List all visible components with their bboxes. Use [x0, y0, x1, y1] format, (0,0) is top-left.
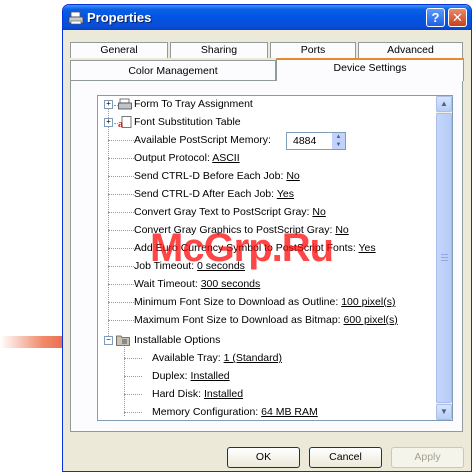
tree-item-max-font-bitmap[interactable]: Maximum Font Size to Download as Bitmap:…	[134, 312, 398, 329]
tree-item-label: Hard Disk:	[152, 388, 202, 400]
tab-sharing[interactable]: Sharing	[170, 42, 268, 58]
tree-item-postscript-memory: Available PostScript Memory:	[134, 132, 271, 149]
grip-line	[441, 260, 448, 261]
tree-item-value[interactable]: Yes	[359, 242, 376, 254]
spinbox-buttons[interactable]: ▲ ▼	[332, 133, 345, 149]
grip-line	[441, 257, 448, 258]
tree-item-available-tray[interactable]: Available Tray: 1 (Standard)	[152, 350, 282, 367]
tree-item-hard-disk[interactable]: Hard Disk: Installed	[152, 386, 243, 403]
tree-item-value[interactable]: Yes	[277, 188, 294, 200]
tree-item-value[interactable]: 100 pixel(s)	[341, 296, 395, 308]
tree-connector-line	[124, 344, 125, 416]
tree-item-value[interactable]: Installed	[191, 370, 230, 382]
tree-item-memory-configuration[interactable]: Memory Configuration: 64 MB RAM	[152, 404, 318, 420]
tree-item-label: Output Protocol:	[134, 152, 210, 164]
tree-connector-line	[108, 284, 134, 285]
tree-item-gray-text[interactable]: Convert Gray Text to PostScript Gray: No	[134, 204, 326, 221]
tree-item-output-protocol[interactable]: Output Protocol: ASCII	[134, 150, 240, 167]
tray-icon	[118, 98, 132, 110]
tree-connector-line	[124, 394, 142, 395]
printer-icon	[68, 11, 84, 25]
tab-general[interactable]: General	[70, 42, 168, 58]
tree-item-value[interactable]: 600 pixel(s)	[344, 314, 398, 326]
scroll-up-icon[interactable]: ▲	[436, 96, 452, 112]
tree-item-label: Send CTRL-D Before Each Job:	[134, 170, 284, 182]
tree-connector-line	[108, 230, 134, 231]
tree-item-label: Memory Configuration:	[152, 406, 259, 418]
tab-advanced[interactable]: Advanced	[358, 42, 463, 58]
tab-device-settings[interactable]: Device Settings	[276, 58, 464, 81]
postscript-memory-spinbox[interactable]: 4884 ▲ ▼	[286, 132, 346, 150]
tab-ports[interactable]: Ports	[270, 42, 356, 58]
font-icon: a	[118, 116, 132, 128]
tree-item-label: Installable Options	[134, 334, 221, 346]
tree-item-duplex[interactable]: Duplex: Installed	[152, 368, 230, 385]
tree-item-value[interactable]: 1 (Standard)	[224, 352, 282, 364]
tree-item-label: Send CTRL-D After Each Job:	[134, 188, 275, 200]
vertical-scrollbar[interactable]: ▲ ▼	[436, 96, 452, 420]
ok-button[interactable]: OK	[227, 447, 300, 468]
apply-button[interactable]: Apply	[391, 447, 464, 468]
tree-connector-line	[108, 194, 134, 195]
tree-item-label: Available PostScript Memory:	[134, 134, 271, 146]
tree-item-value[interactable]: No	[286, 170, 299, 182]
tree-connector-line	[108, 212, 134, 213]
tab-color-management[interactable]: Color Management	[70, 60, 276, 80]
tree-item-label: Convert Gray Text to PostScript Gray:	[134, 206, 310, 218]
scrollbar-thumb[interactable]	[436, 113, 452, 403]
grip-line	[441, 254, 448, 255]
spinbox-value[interactable]: 4884	[293, 134, 316, 149]
tree-item-value[interactable]: 64 MB RAM	[261, 406, 318, 418]
tree-item-wait-timeout[interactable]: Wait Timeout: 300 seconds	[134, 276, 260, 293]
tree-item-ctrl-d-before[interactable]: Send CTRL-D Before Each Job: No	[134, 168, 300, 185]
svg-text:a: a	[118, 119, 123, 128]
tree-item-label: Font Substitution Table	[134, 116, 241, 128]
window-title: Properties	[87, 10, 152, 25]
tree-item-label: Maximum Font Size to Download as Bitmap:	[134, 314, 341, 326]
expand-toggle[interactable]: +	[104, 118, 113, 127]
tree-item-form-to-tray[interactable]: Form To Tray Assignment	[134, 96, 253, 113]
tree-connector-line	[108, 140, 134, 141]
tree-item-value[interactable]: Installed	[204, 388, 243, 400]
tree-item-label: Available Tray:	[152, 352, 221, 364]
tree-connector-line	[124, 412, 142, 413]
tree-item-font-substitution[interactable]: Font Substitution Table	[134, 114, 241, 131]
tree-item-label: Wait Timeout:	[134, 278, 198, 290]
tree-item-label: Minimum Font Size to Download as Outline…	[134, 296, 339, 308]
spin-down-icon[interactable]: ▼	[332, 141, 345, 149]
tree-connector-line	[108, 302, 134, 303]
collapse-toggle[interactable]: −	[104, 336, 113, 345]
tree-connector-line	[108, 158, 134, 159]
tree-connector-line	[108, 102, 109, 336]
tree-connector-line	[108, 176, 134, 177]
tree-connector-line	[124, 358, 142, 359]
help-button[interactable]: ?	[426, 8, 445, 27]
tree-item-ctrl-d-after[interactable]: Send CTRL-D After Each Job: Yes	[134, 186, 294, 203]
expand-toggle[interactable]: +	[104, 100, 113, 109]
tree-item-value[interactable]: ASCII	[212, 152, 239, 164]
scroll-down-icon[interactable]: ▼	[436, 404, 452, 420]
tree-item-value[interactable]: No	[335, 224, 348, 236]
title-bar[interactable]: Properties ? ✕	[63, 5, 471, 30]
tree-item-label: Duplex:	[152, 370, 188, 382]
close-button[interactable]: ✕	[448, 8, 467, 27]
tree-connector-line	[108, 266, 134, 267]
tree-connector-line	[108, 320, 134, 321]
tree-item-min-font-outline[interactable]: Minimum Font Size to Download as Outline…	[134, 294, 395, 311]
tree-item-value[interactable]: 300 seconds	[201, 278, 261, 290]
watermark-text: McGrp.Ru	[150, 226, 334, 270]
tree-connector-line	[124, 376, 142, 377]
cancel-button[interactable]: Cancel	[309, 447, 382, 468]
spin-up-icon[interactable]: ▲	[332, 133, 345, 141]
tree-item-label: Form To Tray Assignment	[134, 98, 253, 110]
options-folder-icon	[116, 335, 130, 346]
tree-item-installable-options[interactable]: Installable Options	[134, 332, 220, 349]
tree-item-value[interactable]: No	[312, 206, 325, 218]
tree-connector-line	[108, 248, 134, 249]
